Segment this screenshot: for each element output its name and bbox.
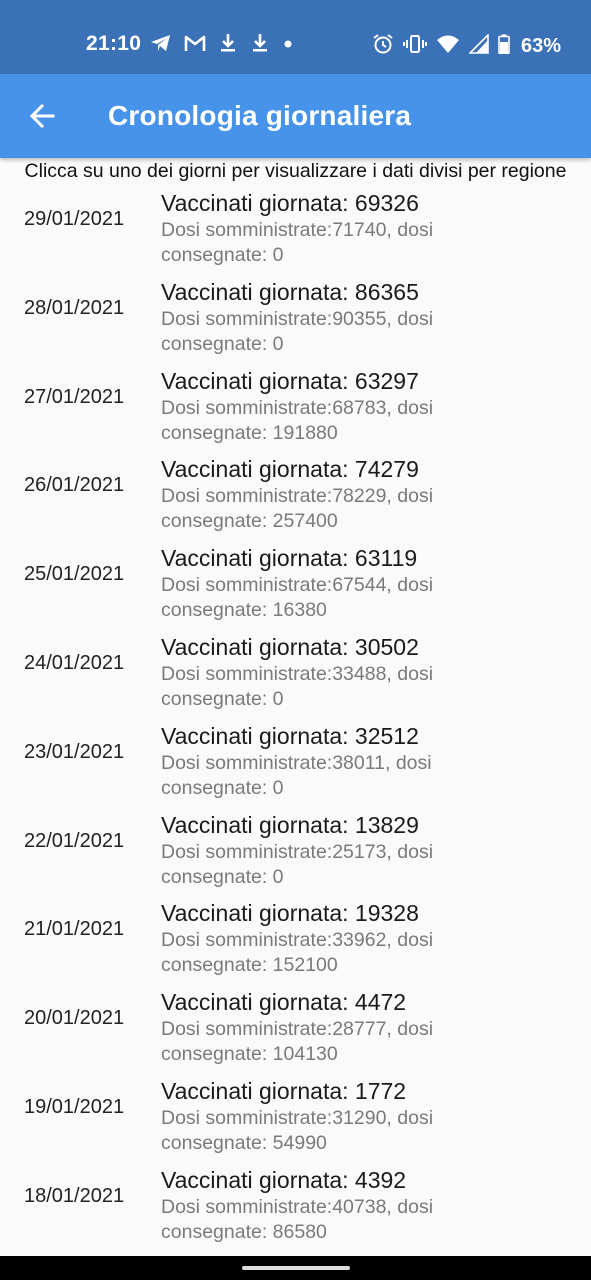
list-item[interactable]: 28/01/2021 Vaccinati giornata: 86365 Dos… (0, 277, 591, 366)
signal-icon (468, 33, 489, 59)
list-item[interactable]: 20/01/2021 Vaccinati giornata: 4472 Dosi… (0, 987, 591, 1076)
item-title: Vaccinati giornata: 19328 (161, 900, 419, 927)
list-item[interactable]: 22/01/2021 Vaccinati giornata: 13829 Dos… (0, 810, 591, 899)
list-item[interactable]: 27/01/2021 Vaccinati giornata: 63297 Dos… (0, 366, 591, 455)
gmail-icon (184, 34, 206, 57)
item-subtitle: Dosi somministrate:40738, dosi consegnat… (161, 1195, 434, 1243)
item-title: Vaccinati giornata: 32512 (161, 722, 419, 749)
alarm-icon (372, 33, 394, 60)
download-icon (218, 33, 238, 58)
list-item[interactable]: 29/01/2021 Vaccinati giornata: 69326 Dos… (0, 188, 591, 277)
item-date: 21/01/2021 (24, 918, 125, 941)
list-item[interactable]: 21/01/2021 Vaccinati giornata: 19328 Dos… (0, 898, 591, 987)
list-item[interactable]: 19/01/2021 Vaccinati giornata: 1772 Dosi… (0, 1076, 591, 1165)
download-icon (250, 33, 270, 58)
list-item[interactable]: 23/01/2021 Vaccinati giornata: 32512 Dos… (0, 721, 591, 810)
item-title: Vaccinati giornata: 63297 (161, 367, 419, 394)
telegram-icon (150, 33, 172, 58)
item-subtitle: Dosi somministrate:71740, dosi consegnat… (161, 219, 434, 266)
wifi-icon (436, 34, 460, 59)
system-icons: 63% (372, 33, 561, 60)
item-title: Vaccinati giornata: 4392 (161, 1166, 407, 1193)
item-title: Vaccinati giornata: 30502 (161, 633, 419, 660)
item-subtitle: Dosi somministrate:68783, dosi consegnat… (161, 396, 434, 444)
item-title: Vaccinati giornata: 4472 (161, 989, 407, 1016)
item-subtitle: Dosi somministrate:38011, dosi consegnat… (161, 751, 432, 799)
item-subtitle: Dosi somministrate:31290, dosi consegnat… (161, 1106, 434, 1154)
item-subtitle: Dosi somministrate:67544, dosi consegnat… (161, 574, 434, 622)
item-date: 25/01/2021 (24, 563, 125, 586)
item-date: 27/01/2021 (24, 385, 125, 408)
status-bar: 21:10 63% (0, 0, 591, 74)
item-title: Vaccinati giornata: 63119 (161, 545, 418, 572)
item-date: 24/01/2021 (24, 651, 125, 674)
notification-icons (150, 33, 294, 58)
item-subtitle: Dosi somministrate:28777, dosi consegnat… (161, 1018, 434, 1066)
item-date: 19/01/2021 (24, 1095, 125, 1118)
list-item[interactable]: 18/01/2021 Vaccinati giornata: 4392 Dosi… (0, 1165, 591, 1254)
list-item[interactable]: 25/01/2021 Vaccinati giornata: 63119 Dos… (0, 543, 591, 632)
day-list: 29/01/2021 Vaccinati giornata: 69326 Dos… (0, 188, 591, 1254)
list-item[interactable]: 24/01/2021 Vaccinati giornata: 30502 Dos… (0, 632, 591, 721)
item-date: 20/01/2021 (24, 1007, 125, 1030)
dot-icon (282, 37, 294, 55)
back-button[interactable] (22, 96, 62, 136)
arrow-back-icon (29, 103, 55, 129)
item-date: 26/01/2021 (24, 474, 125, 497)
item-title: Vaccinati giornata: 86365 (161, 278, 419, 305)
item-date: 29/01/2021 (24, 208, 125, 230)
item-subtitle: Dosi somministrate:78229, dosi consegnat… (161, 485, 434, 533)
instruction-text: Clicca su uno dei giorni per visualizzar… (24, 160, 567, 182)
item-date: 28/01/2021 (24, 296, 125, 319)
item-date: 18/01/2021 (24, 1184, 125, 1207)
item-subtitle: Dosi somministrate:33488, dosi consegnat… (161, 662, 434, 710)
list-item[interactable]: 26/01/2021 Vaccinati giornata: 74279 Dos… (0, 454, 591, 543)
item-title: Vaccinati giornata: 74279 (161, 456, 419, 483)
page-title: Cronologia giornaliera (108, 100, 412, 131)
app-bar: Cronologia giornaliera (0, 74, 591, 158)
item-subtitle: Dosi somministrate:33962, dosi consegnat… (161, 929, 434, 977)
navigation-bar (0, 1256, 591, 1280)
item-subtitle: Dosi somministrate:25173, dosi consegnat… (161, 840, 434, 888)
item-date: 22/01/2021 (24, 829, 125, 852)
battery-percent: 63% (520, 35, 561, 57)
home-indicator[interactable] (242, 1266, 350, 1270)
item-title: Vaccinati giornata: 1772 (161, 1077, 407, 1104)
item-subtitle: Dosi somministrate:90355, dosi consegnat… (161, 307, 434, 355)
status-time: 21:10 (86, 32, 142, 55)
item-date: 23/01/2021 (24, 740, 125, 763)
battery-icon (498, 34, 510, 59)
item-title: Vaccinati giornata: 13829 (161, 811, 419, 838)
vibrate-icon (402, 34, 427, 59)
item-title: Vaccinati giornata: 69326 (161, 190, 419, 216)
